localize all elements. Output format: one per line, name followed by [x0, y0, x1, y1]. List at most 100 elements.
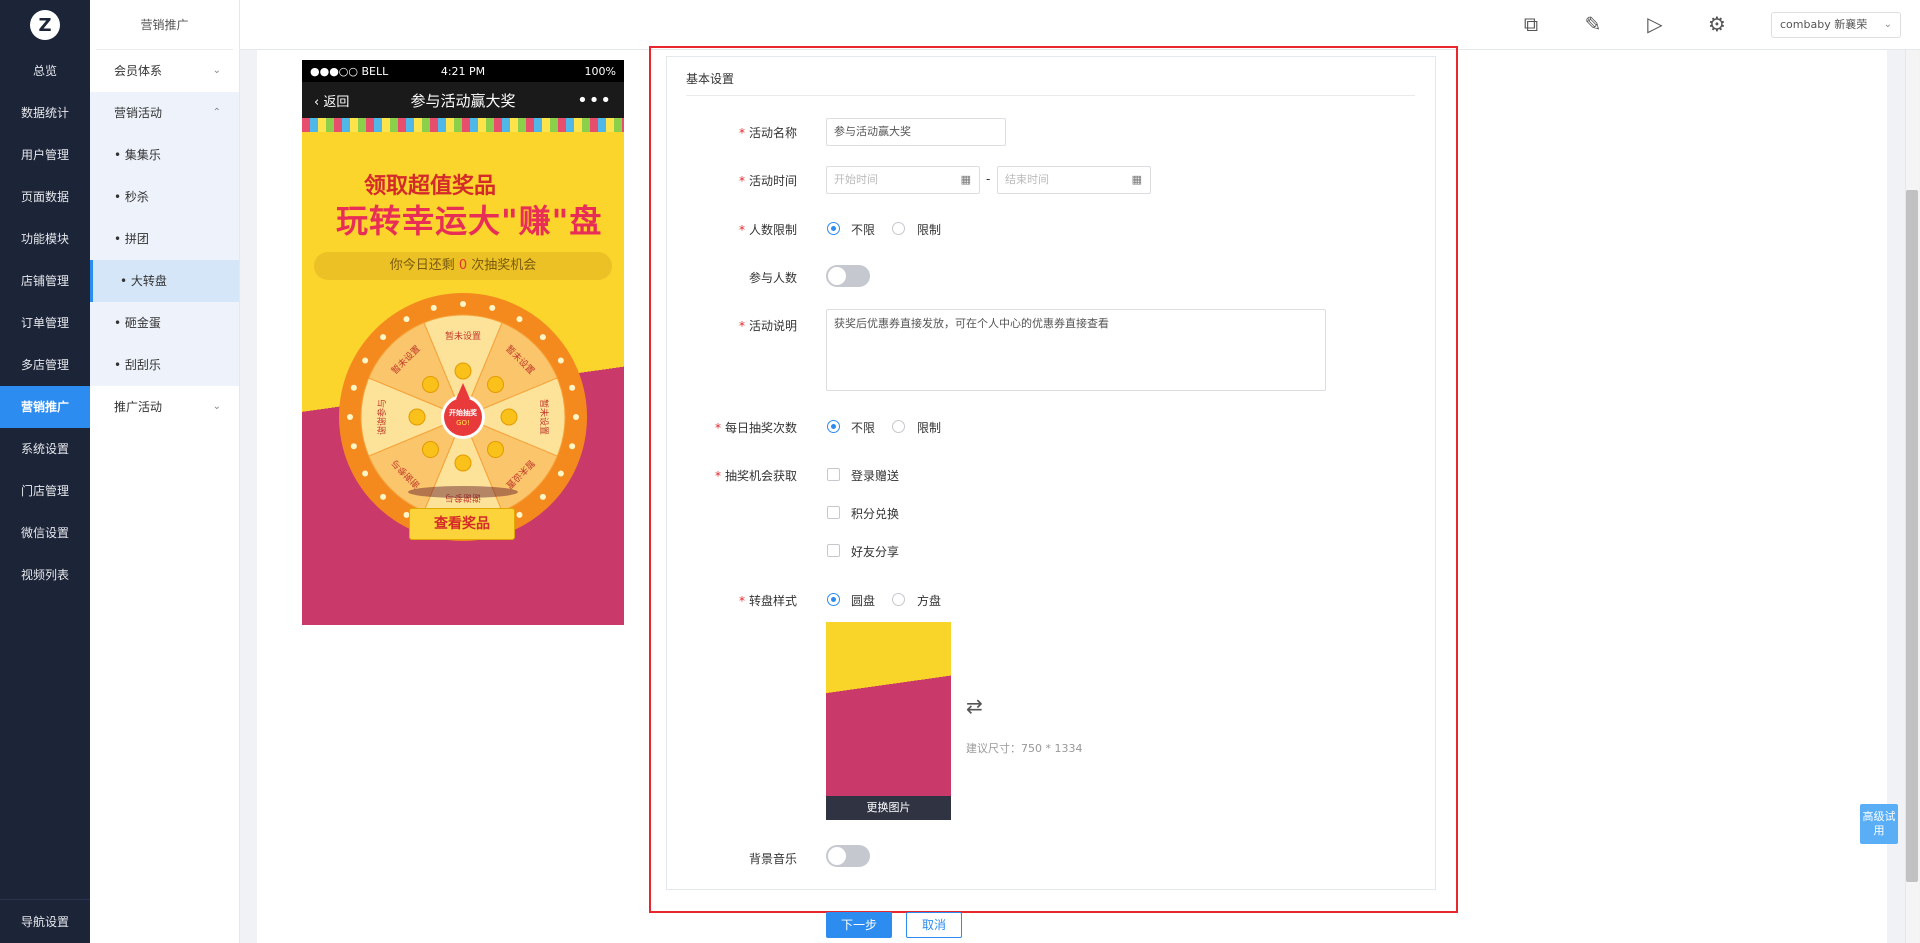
smiley-icon [487, 441, 505, 459]
people-limit-label: * 人数限制 [738, 223, 797, 237]
phone-title: 参与活动赢大奖 [410, 91, 516, 110]
section-title: 基本设置 [686, 72, 735, 86]
sub-item-child[interactable]: • 集集乐 [90, 134, 239, 176]
rim-light [347, 414, 353, 420]
style-square-label[interactable]: 方盘 [917, 592, 941, 609]
wheel-go-label: GO! [456, 419, 470, 427]
source-points-label[interactable]: 积分兑换 [851, 505, 899, 522]
play-icon[interactable]: ▷ [1643, 12, 1667, 36]
sub-item-label: 会员体系 [114, 64, 163, 78]
scrollbar-thumb[interactable] [1906, 190, 1918, 882]
source-login-label[interactable]: 登录赠送 [851, 467, 899, 484]
rim-light [569, 384, 576, 391]
wheel-segment-label: 暂未设置 [538, 399, 550, 435]
people-limited-label[interactable]: 限制 [917, 221, 941, 238]
chevron-up-icon: ⌃ [212, 107, 221, 118]
logo-icon: Z [30, 10, 60, 40]
source-share-checkbox[interactable] [827, 544, 840, 557]
people-unlimited-label[interactable]: 不限 [851, 221, 875, 238]
nav-settings-link[interactable]: 导航设置 [0, 899, 90, 943]
nav-item[interactable]: 多店管理 [0, 344, 90, 386]
store-name: combaby 新襄荣 [1780, 18, 1868, 31]
nav-item[interactable]: 总览 [0, 50, 90, 92]
daily-unlimited-label[interactable]: 不限 [851, 419, 875, 436]
cancel-button[interactable]: 取消 [906, 912, 962, 938]
rim-light [350, 384, 357, 391]
nav-item[interactable]: 视频列表 [0, 554, 90, 596]
rim-light [460, 301, 466, 307]
source-share-label[interactable]: 好友分享 [851, 543, 899, 560]
participants-label: 参与人数 [748, 271, 797, 285]
slogan-line-2: 玩转幸运大"赚"盘 [336, 202, 603, 240]
nav-item[interactable]: 功能模块 [0, 218, 90, 260]
sub-item-child[interactable]: • 拼团 [90, 218, 239, 260]
rim-light [516, 316, 523, 323]
sub-item-child[interactable]: • 大转盘 [90, 260, 239, 302]
source-points-checkbox[interactable] [827, 506, 840, 519]
source-login-checkbox[interactable] [827, 468, 840, 481]
rim-light [350, 443, 357, 450]
nav-item[interactable]: 系统设置 [0, 428, 90, 470]
smiley-icon [454, 362, 472, 380]
style-round-label[interactable]: 圆盘 [851, 592, 875, 609]
phone-status-bar: ●●●○○ BELL 4:21 PM 100% [302, 60, 624, 82]
nav-item[interactable]: 营销推广 [0, 386, 90, 428]
nav-item[interactable]: 数据统计 [0, 92, 90, 134]
daily-unlimited-radio[interactable] [827, 420, 840, 433]
daily-limited-label[interactable]: 限制 [917, 419, 941, 436]
sub-item-label: 营销活动 [114, 106, 163, 120]
rim-light [569, 443, 576, 450]
style-round-radio[interactable] [827, 593, 840, 606]
sub-item-child[interactable]: • 秒杀 [90, 176, 239, 218]
nav-item[interactable]: 用户管理 [0, 134, 90, 176]
change-image-button[interactable]: 更换图片 [826, 796, 951, 820]
sub-item-promo[interactable]: 推广活动 ⌄ [90, 386, 239, 428]
activity-name-input[interactable]: 参与活动赢大奖 [826, 118, 1006, 146]
nav-item[interactable]: 店铺管理 [0, 260, 90, 302]
smiley-icon [408, 408, 426, 426]
start-time-input[interactable]: 开始时间 ▦ [826, 166, 980, 194]
people-limited-radio[interactable] [892, 222, 905, 235]
logo[interactable]: Z [0, 0, 90, 50]
calendar-icon: ▦ [1131, 173, 1142, 186]
nav-item[interactable]: 订单管理 [0, 302, 90, 344]
activity-time-label: * 活动时间 [738, 174, 797, 188]
sub-item-marketing-activity[interactable]: 营销活动 ⌃ [90, 92, 239, 134]
more-icon[interactable]: ••• [577, 90, 612, 111]
description-textarea[interactable]: 获奖后优惠券直接发放，可在个人中心的优惠券直接查看 [826, 309, 1326, 391]
sub-item-child[interactable]: • 砸金蛋 [90, 302, 239, 344]
swap-icon[interactable]: ⇄ [966, 694, 983, 718]
prize-wheel[interactable]: 暂未设置 暂未设置 暂未设置 暂未设置 谢谢参与 谢谢参与 谢谢参与 暂未设置 开始抽奖 GO… [338, 292, 588, 542]
next-button[interactable]: 下一步 [826, 912, 892, 938]
rim-light [380, 493, 387, 500]
gear-icon[interactable]: ⚙ [1705, 12, 1729, 36]
rim-light [516, 511, 523, 518]
style-square-radio[interactable] [892, 593, 905, 606]
phone-nav-bar: ‹ 返回 参与活动赢大奖 ••• [302, 82, 624, 118]
view-prize-button[interactable]: 查看奖品 [409, 508, 515, 540]
app-root: Z 总览 数据统计 用户管理 页面数据 功能模块 店铺管理 订单管理 多店管理 营销推广 系统设置… [0, 0, 1920, 943]
external-link-icon[interactable]: ⧉ [1519, 12, 1543, 36]
daily-draws-label: * 每日抽奖次数 [714, 421, 797, 435]
nav-item[interactable]: 页面数据 [0, 176, 90, 218]
participants-toggle[interactable] [826, 265, 870, 287]
section-divider [686, 95, 1415, 96]
smiley-icon [500, 408, 518, 426]
daily-limited-radio[interactable] [892, 420, 905, 433]
activity-name-label: * 活动名称 [738, 126, 797, 140]
rim-light [557, 470, 564, 477]
draw-source-label: * 抽奖机会获取 [714, 469, 797, 483]
wheel-hub [444, 398, 482, 436]
bg-music-toggle[interactable] [826, 845, 870, 867]
bunting-decoration [302, 118, 624, 132]
advanced-trial-button[interactable]: 高级试用 [1860, 804, 1898, 844]
sub-item-member[interactable]: 会员体系 ⌄ [90, 50, 239, 92]
edit-icon[interactable]: ✎ [1581, 12, 1605, 36]
rim-light [380, 334, 387, 341]
people-unlimited-radio[interactable] [827, 222, 840, 235]
store-select[interactable]: combaby 新襄荣 ⌄ [1771, 12, 1901, 38]
end-time-input[interactable]: 结束时间 ▦ [997, 166, 1151, 194]
nav-item[interactable]: 微信设置 [0, 512, 90, 554]
sub-item-child[interactable]: • 刮刮乐 [90, 344, 239, 386]
nav-item[interactable]: 门店管理 [0, 470, 90, 512]
